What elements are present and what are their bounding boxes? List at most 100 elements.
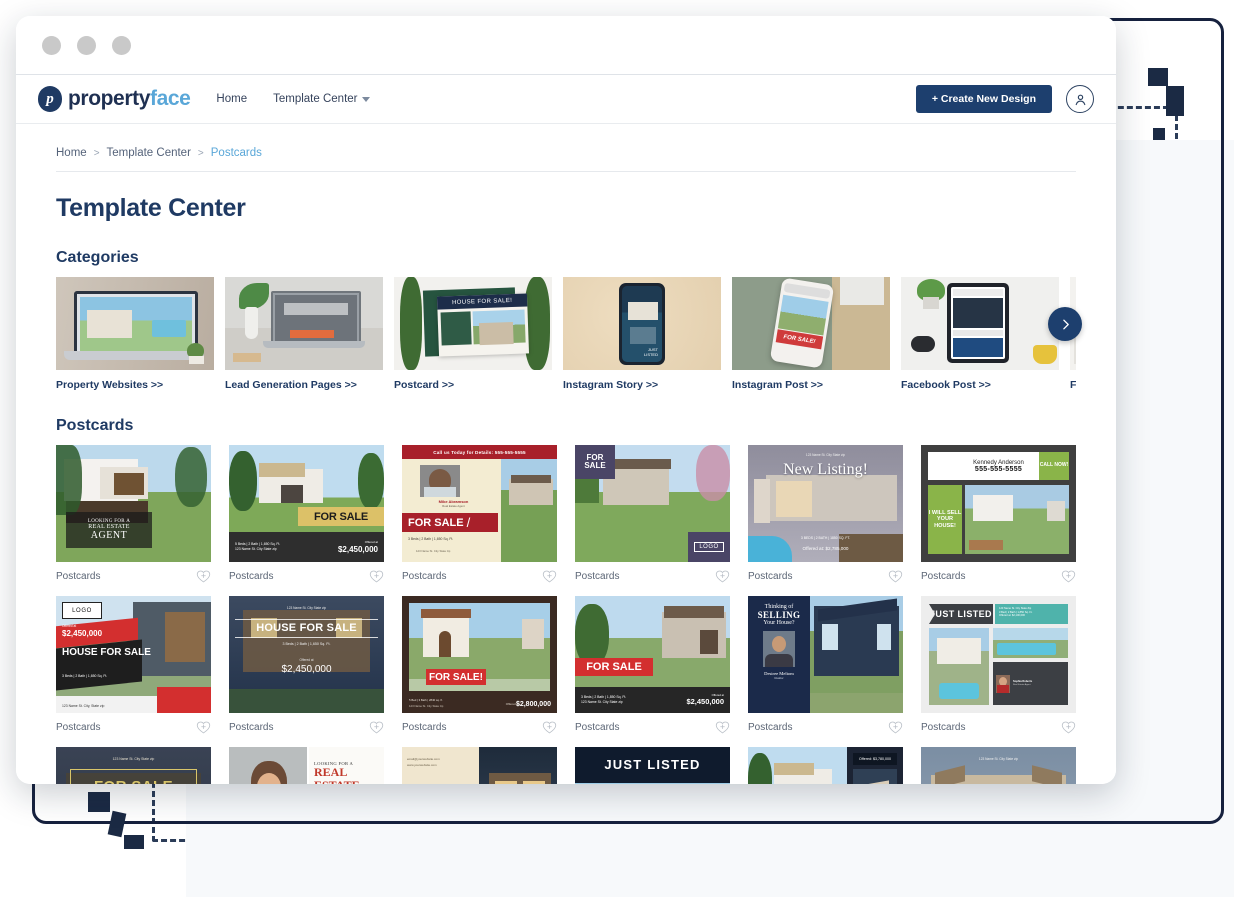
window-close-dot[interactable] [42,35,61,55]
template-card-label: Postcards [56,721,101,733]
template-headline: FOR SALE [584,452,606,470]
template-address: 123 Name St. City State zip [581,700,623,704]
template-card-footer: Postcards [748,720,903,734]
template-card[interactable]: LOOKING FOR A REAL ESTATE Postcards [229,747,384,784]
template-card-label: Postcards [921,570,966,582]
template-price: $2,450,000 [281,664,332,675]
category-card-property-websites[interactable]: Property Websites >> [56,277,214,391]
template-thumbnail: 123 Name St. City State zip HOUSE FOR SA… [229,596,384,713]
category-label: Facebook Post >> [901,379,991,391]
nav-item-template-center[interactable]: Template Center [273,93,371,105]
template-card-footer: Postcards [229,569,384,583]
template-card[interactable]: Kennedy Anderson 555-555-5555 CALL NOW! … [921,445,1076,583]
template-card[interactable]: email@yourwebsite.com www.yourwebsite.co… [402,747,557,784]
template-badge: CALL NOW! [1039,462,1069,469]
nav-item-home[interactable]: Home [216,93,247,105]
template-phone: 555-555-5555 [974,465,1023,473]
template-address: 123 Name St. City State zip [805,453,846,457]
breadcrumb-item-template-center[interactable]: Template Center [107,147,191,159]
favorite-button[interactable] [715,569,730,583]
template-card-label: Postcards [402,721,447,733]
favorite-button[interactable] [542,720,557,734]
template-thumbnail: JUST LISTED 123 Name St. City State Zip … [921,596,1076,713]
template-address: 123 Name St. City State zip [286,606,327,610]
template-details: 3 Beds | 2 Bath | 1,650 Sq. Ft. [282,642,331,646]
favorite-button[interactable] [1061,720,1076,734]
breadcrumb-item-home[interactable]: Home [56,147,87,159]
propertyface-logo[interactable]: p propertyface [38,86,191,112]
category-card-facebook-post[interactable]: Facebook Post >> [901,277,1059,391]
window-maximize-dot[interactable] [112,35,131,55]
template-card[interactable]: 123 Name St. City State zip New Listing!… [748,445,903,583]
category-card-instagram-post[interactable]: FOR SALE! Instagram Post >> [732,277,890,391]
category-card-instagram-story[interactable]: JUST LISTED Instagram Story >> [563,277,721,391]
chevron-right-icon [1062,319,1069,329]
template-top-bar: Call us Today for Details: 555-555-5555 [433,449,526,455]
template-card-footer: Postcards [56,720,211,734]
template-card[interactable]: JUST LISTED 123 Name St. City State Zip … [921,596,1076,734]
decorative-pixel-block [1148,68,1168,86]
decorative-pixel-block [1166,86,1184,116]
chevron-down-icon [362,96,371,102]
template-card[interactable]: Offered: $3,780,000 Postcards [748,747,903,784]
favorite-button[interactable] [542,569,557,583]
site-header: p propertyface Home Template Center + Cr… [16,75,1116,124]
template-card[interactable]: Call us Today for Details: 555-555-5555 … [402,445,557,583]
nav-item-home-label: Home [216,93,248,105]
template-card[interactable]: JUST LISTED BEAUTIFUL HOUSE! Postcards [575,747,730,784]
template-details: 3 Beds | 2 Bath | 1,650 Sq. Ft. [62,674,108,678]
template-card[interactable]: FOR SALE! 5 Bed | 3 Bath | 2840 sq. ft. … [402,596,557,734]
template-headline: FOR SALE [408,516,464,529]
favorite-button[interactable] [715,720,730,734]
template-headline-2: REAL [314,765,348,779]
template-card[interactable]: 123 Name St. City State zip HOUSE FOR SA… [229,596,384,734]
favorite-button[interactable] [369,720,384,734]
template-card-label: Postcards [229,721,274,733]
template-headline: FOR SALE [586,661,642,673]
template-card[interactable]: LOOKING FOR A REAL ESTATE AGENT Postcard… [56,445,211,583]
template-card[interactable]: 123 Name St. City State zip Gorgeous Hou… [921,747,1076,784]
template-card[interactable]: FOR SALE 3 Beds | 2 Bath | 1,850 Sq. Ft.… [575,596,730,734]
template-card[interactable]: FOR SALE 5 Beds | 2 Bath | 1,650 Sq. Ft.… [229,445,384,583]
category-label: Face [1070,379,1076,391]
category-card-postcard[interactable]: HOUSE FOR SALE! Postcard >> [394,277,552,391]
favorite-button[interactable] [1061,569,1076,583]
account-avatar[interactable] [1066,85,1094,113]
template-card-footer: Postcards [921,720,1076,734]
logo-text-secondary: face [149,87,191,110]
favorite-button[interactable] [888,569,903,583]
template-price: $2,450,000 [337,544,378,554]
template-card[interactable]: FOR SALE LOGO Postcards [575,445,730,583]
template-card[interactable]: 123 Name St. City State zip FOR SALE Pos… [56,747,211,784]
template-price: $2,450,000 [686,697,724,707]
template-website: www.yourwebsite.com [407,763,437,767]
favorite-button[interactable] [196,720,211,734]
template-offered-label: Offered at [299,658,314,662]
template-card[interactable]: LOGO Offered at $2,450,000 HOUSE FOR SAL… [56,596,211,734]
browser-window: p propertyface Home Template Center + Cr… [16,16,1116,784]
category-card-lead-generation-pages[interactable]: Lead Generation Pages >> [225,277,383,391]
create-new-design-button[interactable]: + Create New Design [915,85,1052,113]
template-card-footer: Postcards [748,569,903,583]
template-email: email@yourwebsite.com [407,757,440,761]
template-card-label: Postcards [575,721,620,733]
template-card[interactable]: Thinking of SELLING Your House? Desiree … [748,596,903,734]
window-minimize-dot[interactable] [77,35,96,55]
user-circle-icon [1075,94,1085,105]
favorite-button[interactable] [888,720,903,734]
breadcrumb-item-postcards[interactable]: Postcards [211,147,262,159]
favorite-button[interactable] [196,569,211,583]
category-label: Property Websites >> [56,379,164,391]
template-address: 123 Name St. City State zip [978,757,1019,761]
categories-next-button[interactable] [1048,307,1082,341]
template-card-label: Postcards [229,570,274,582]
favorite-button[interactable] [369,569,384,583]
template-headline: JUST LISTED [604,756,701,772]
template-thumbnail: Call us Today for Details: 555-555-5555 … [402,445,557,562]
template-headline: HOUSE FOR SALE [62,647,151,658]
template-card-footer: Postcards [56,569,211,583]
category-label: Lead Generation Pages >> [225,379,357,391]
template-thumbnail: Kennedy Anderson 555-555-5555 CALL NOW! … [921,445,1076,562]
decorative-pixel-block [1153,128,1165,140]
category-thumbnail: HOUSE FOR SALE! [394,277,552,370]
